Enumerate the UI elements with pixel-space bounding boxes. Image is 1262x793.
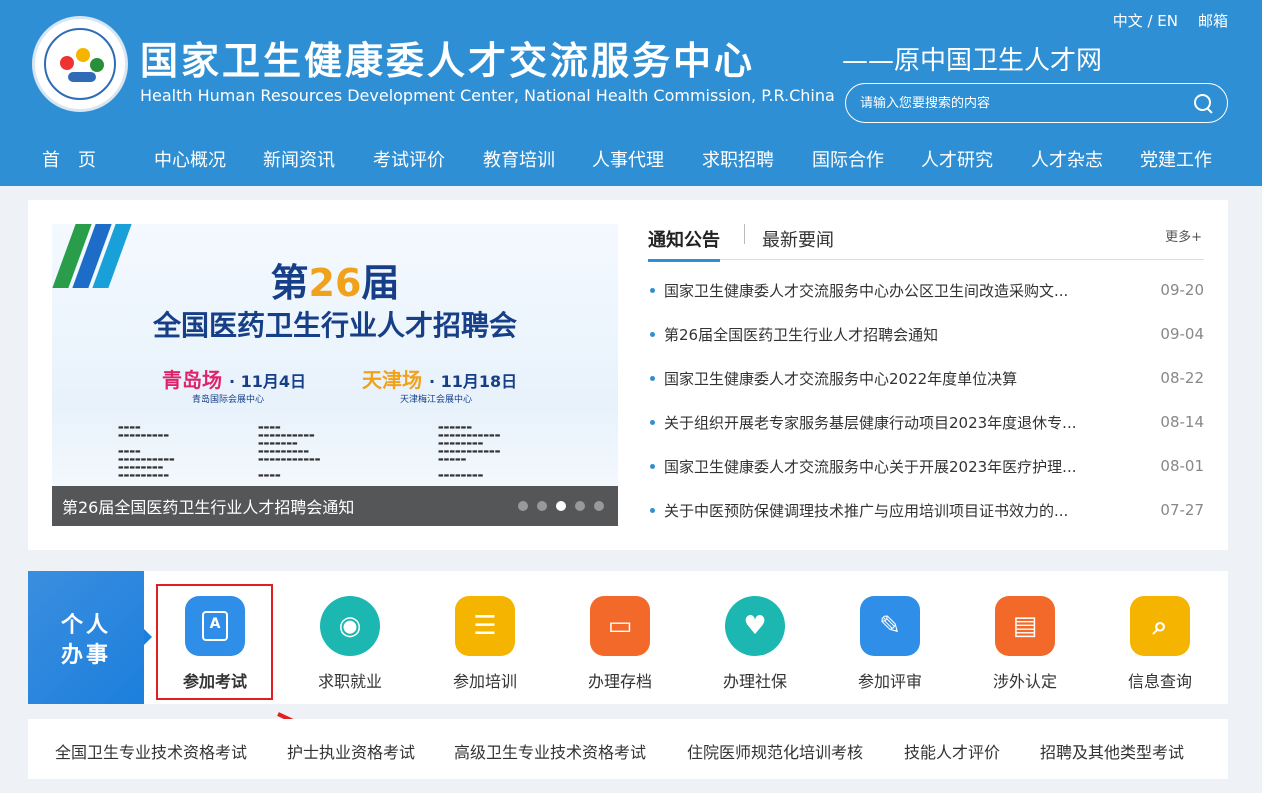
news-tabs: 通知公告 最新要闻 更多+ (648, 224, 1204, 262)
language-switch[interactable]: 中文 / EN (1113, 10, 1178, 31)
sublink-skills-evaluation[interactable]: 技能人才评价 (904, 739, 1000, 763)
review-icon: ✎ (860, 596, 920, 656)
nav-item-research[interactable]: 人才研究 (921, 146, 993, 172)
sublink-recruitment-exam[interactable]: 招聘及其他类型考试 (1040, 739, 1184, 763)
site-slogan: ——原中国卫生人才网 (842, 46, 1103, 76)
sublink-residency-exam[interactable]: 住院医师规范化培训考核 (687, 739, 863, 763)
banner-caption-bar: 第26届全国医药卫生行业人才招聘会通知 (52, 486, 618, 526)
training-icon: ☰ (455, 596, 515, 656)
nav-item-jobs[interactable]: 求职招聘 (702, 146, 774, 172)
nav-item-about[interactable]: 中心概况 (154, 146, 226, 172)
nav-item-exam[interactable]: 考试评价 (373, 146, 445, 172)
top-links: 中文 / EN 邮箱 (1113, 10, 1228, 31)
search-icon[interactable] (1193, 93, 1213, 113)
nav-item-education[interactable]: 教育培训 (483, 146, 555, 172)
site-header: 国家卫生健康委人才交流服务中心 Health Human Resources D… (0, 0, 1262, 186)
carousel-dot[interactable] (594, 501, 604, 511)
service-foreign-cert[interactable]: ▤ 涉外认定 (970, 596, 1080, 692)
service-job[interactable]: ◉ 求职就业 (295, 596, 405, 692)
banner-city-qingdao: 青岛场 · 11月4日 (162, 368, 307, 392)
service-archive[interactable]: ▭ 办理存档 (565, 596, 675, 692)
sublink-health-tech-exam[interactable]: 全国卫生专业技术资格考试 (55, 739, 247, 763)
nav-item-magazine[interactable]: 人才杂志 (1031, 146, 1103, 172)
highlight-box (156, 584, 273, 700)
job-icon: ◉ (320, 596, 380, 656)
tab-notices[interactable]: 通知公告 (648, 226, 720, 262)
exam-sublinks: 全国卫生专业技术资格考试 护士执业资格考试 高级卫生专业技术资格考试 住院医师规… (28, 719, 1228, 779)
banner-city-tianjin: 天津场 · 11月18日 (362, 368, 518, 392)
banner-venue-tianjin: 天津梅江会展中心 (400, 395, 473, 405)
sublink-nurse-exam[interactable]: 护士执业资格考试 (287, 739, 415, 763)
info-query-icon: ⌕ (1130, 596, 1190, 656)
news-item[interactable]: 国家卫生健康委人才交流服务中心2022年度单位决算 08-22 (648, 356, 1204, 400)
logo-emblem-icon (44, 28, 116, 100)
banner-venue-qingdao: 青岛国际会展中心 (192, 395, 265, 405)
news-item[interactable]: 第26届全国医药卫生行业人才招聘会通知 09-04 (648, 312, 1204, 356)
nav-item-news[interactable]: 新闻资讯 (263, 146, 335, 172)
site-title: 国家卫生健康委人才交流服务中心 (140, 39, 756, 83)
more-link[interactable]: 更多+ (1165, 226, 1202, 245)
services-label: 个人 办事 (28, 571, 152, 704)
banner-fine-print-2: ▬▬▬▬ ▬▬▬▬▬▬▬▬▬▬ ▬▬▬▬▬▬▬ ▬▬▬▬▬▬▬▬▬ ▬▬▬▬▬▬▬▬▬▬… (258, 424, 321, 479)
carousel-dot[interactable] (537, 501, 547, 511)
banner-subtitle: 全国医药卫生行业人才招聘会 (152, 309, 517, 342)
sublink-senior-tech-exam[interactable]: 高级卫生专业技术资格考试 (454, 739, 646, 763)
banner-title: 第26届 (270, 261, 400, 305)
news-item[interactable]: 关于中医预防保健调理技术推广与应用培训项目证书效力的... 07-27 (648, 488, 1204, 532)
site-logo[interactable] (32, 16, 128, 112)
carousel-dot[interactable] (518, 501, 528, 511)
banner-carousel[interactable]: 第26届 全国医药卫生行业人才招聘会 青岛场 · 11月4日 青岛国际会展中心 … (52, 224, 618, 526)
carousel-dots (518, 501, 604, 511)
tab-latest-news[interactable]: 最新要闻 (762, 226, 834, 252)
banner-caption[interactable]: 第26届全国医药卫生行业人才招聘会通知 (62, 494, 354, 518)
foreign-cert-icon: ▤ (995, 596, 1055, 656)
mail-link[interactable]: 邮箱 (1198, 10, 1228, 31)
nav-item-home[interactable]: 首 页 (42, 146, 96, 172)
search-input[interactable] (860, 95, 1193, 111)
service-info-query[interactable]: ⌕ 信息查询 (1105, 596, 1215, 692)
search-box (845, 83, 1228, 123)
social-security-icon: ♥ (725, 596, 785, 656)
archive-icon: ▭ (590, 596, 650, 656)
service-review[interactable]: ✎ 参加评审 (835, 596, 945, 692)
site-subtitle: Health Human Resources Development Cente… (140, 86, 835, 105)
nav-item-personnel[interactable]: 人事代理 (592, 146, 664, 172)
news-item[interactable]: 关于组织开展老专家服务基层健康行动项目2023年度退休专... 08-14 (648, 400, 1204, 444)
carousel-dot[interactable] (575, 501, 585, 511)
main-panel: 第26届 全国医药卫生行业人才招聘会 青岛场 · 11月4日 青岛国际会展中心 … (28, 200, 1228, 550)
banner-fine-print-1: ▬▬▬▬ ▬▬▬▬▬▬▬▬▬ ▬▬▬▬ ▬▬▬▬▬▬▬▬▬▬ ▬▬▬▬▬▬▬▬ ▬▬▬▬▬… (118, 424, 175, 479)
service-training[interactable]: ☰ 参加培训 (430, 596, 540, 692)
news-item[interactable]: 国家卫生健康委人才交流服务中心关于开展2023年医疗护理... 08-01 (648, 444, 1204, 488)
main-nav: 首 页 中心概况 新闻资讯 考试评价 教育培训 人事代理 求职招聘 国际合作 人… (0, 136, 1262, 178)
news-item[interactable]: 国家卫生健康委人才交流服务中心办公区卫生间改造采购文... 09-20 (648, 268, 1204, 312)
banner-fine-print-3: ▬▬▬▬▬▬ ▬▬▬▬▬▬▬▬▬▬▬ ▬▬▬▬▬▬▬▬ ▬▬▬▬▬▬▬▬▬▬▬ ▬▬▬▬… (438, 424, 501, 479)
nav-item-party[interactable]: 党建工作 (1140, 146, 1212, 172)
service-social-security[interactable]: ♥ 办理社保 (700, 596, 810, 692)
nav-item-international[interactable]: 国际合作 (812, 146, 884, 172)
news-list: 国家卫生健康委人才交流服务中心办公区卫生间改造采购文... 09-20 第26届全… (648, 268, 1204, 532)
carousel-dot-active[interactable] (556, 501, 566, 511)
